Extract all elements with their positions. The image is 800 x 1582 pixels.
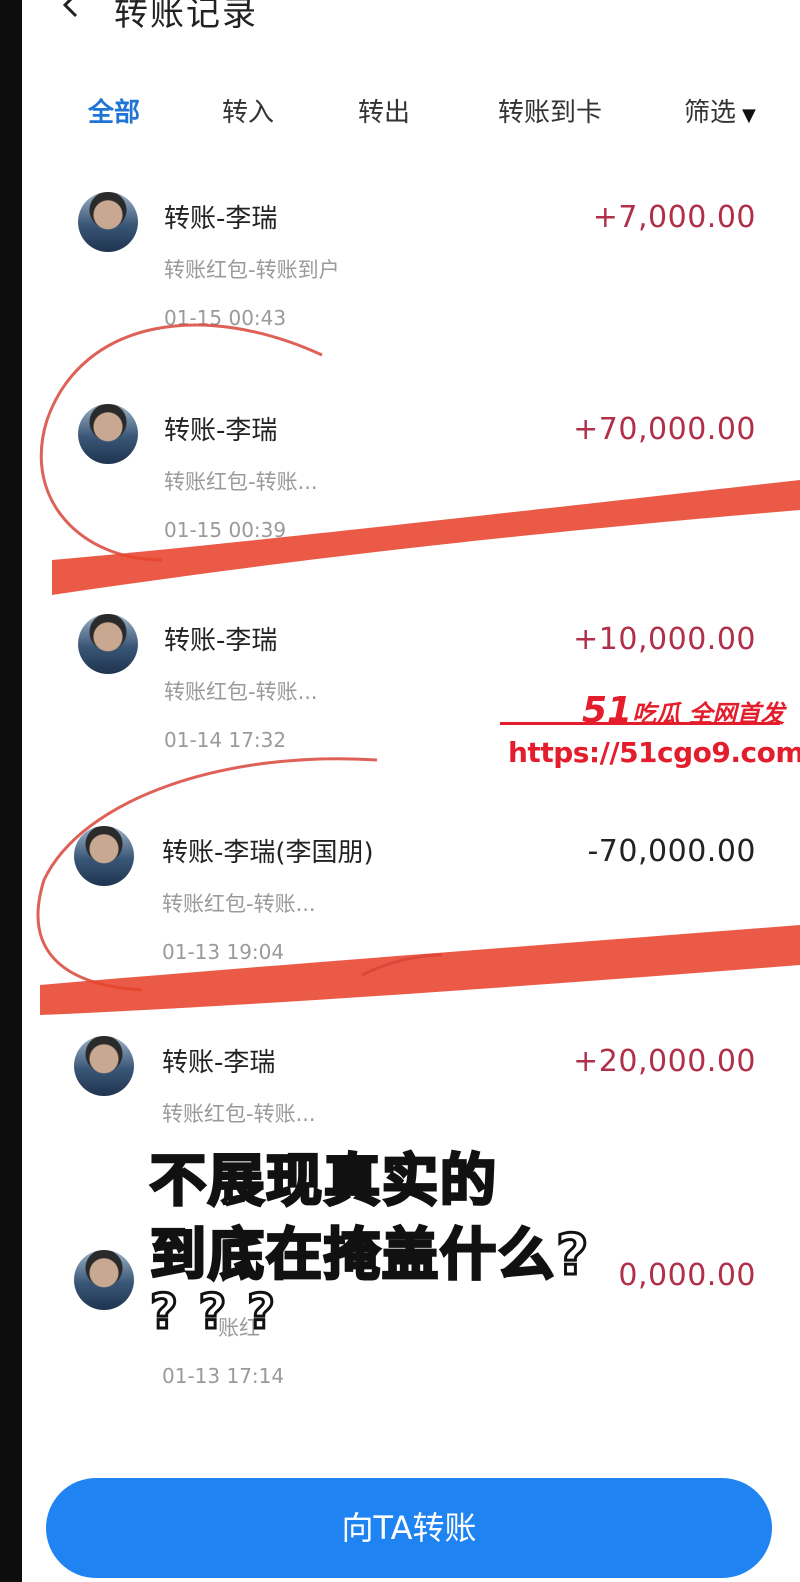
caption-line-2: 到底在掩盖什么? (148, 1222, 591, 1290)
list-item[interactable]: 转账-李瑞(李国朋) 转账红包-转账... 01-13 19:04 -70,00… (22, 814, 800, 1014)
tab-to-card[interactable]: 转账到卡 (498, 92, 602, 129)
list-item[interactable]: 转账-李瑞 转账红包-转账... 01-15 00:39 +70,000.00 (22, 392, 800, 592)
caption-line-3: ? ? ? (149, 1283, 277, 1342)
watermark-divider (500, 722, 780, 725)
avatar (78, 192, 138, 252)
caption-line-1: 不展现真实的 (149, 1148, 498, 1216)
list-item[interactable]: 转账-李瑞 转账红包-转账到户 01-15 00:43 +7,000.00 (22, 180, 800, 380)
item-amount: 0,000.00 (618, 1258, 756, 1293)
tab-all[interactable]: 全部 (88, 92, 140, 129)
page-title: 转账记录 (114, 0, 258, 34)
phone-screen: 转账记录 全部 转入 转出 转账到卡 筛选 ▼ 转账-李瑞 转账红包-转账到户 0… (22, 0, 800, 1582)
filter-label: 筛选 (684, 98, 737, 128)
avatar (74, 826, 134, 886)
filter-tabs: 全部 转入 转出 转账到卡 筛选 ▼ (22, 88, 800, 138)
item-amount: +7,000.00 (592, 200, 756, 235)
item-desc: 转账红包-转账... (164, 470, 318, 494)
item-amount: +70,000.00 (573, 412, 756, 447)
item-desc: 转账红包-转账... (162, 1102, 316, 1126)
item-name: 转账-李瑞(李国朋) (162, 838, 374, 868)
item-time: 01-13 19:04 (162, 940, 285, 964)
avatar (74, 1036, 134, 1096)
item-desc: 转账红包-转账... (164, 680, 318, 704)
item-time: 01-15 00:39 (164, 518, 287, 542)
item-name: 转账-李瑞 (164, 626, 278, 656)
item-name: 转账-李瑞 (162, 1048, 276, 1078)
item-amount: +20,000.00 (573, 1044, 756, 1079)
left-border (0, 0, 22, 1582)
top-bar: 转账记录 (22, 0, 800, 36)
tab-filter[interactable]: 筛选 ▼ (684, 92, 756, 129)
item-amount: +10,000.00 (573, 622, 756, 657)
item-amount: -70,000.00 (587, 834, 756, 869)
back-button[interactable] (56, 0, 86, 20)
tab-income[interactable]: 转入 (222, 92, 274, 129)
watermark-url: https://51cgo9.com (508, 736, 800, 769)
item-desc: 转账红包-转账到户 (164, 258, 340, 282)
item-time: 01-14 17:32 (164, 728, 287, 752)
item-time: 01-15 00:43 (164, 306, 287, 330)
transfer-to-them-button[interactable]: 向TA转账 (46, 1478, 772, 1578)
tab-outgoing[interactable]: 转出 (358, 92, 410, 129)
item-name: 转账-李瑞 (164, 416, 278, 446)
item-name: 转账-李瑞 (164, 204, 278, 234)
avatar (78, 404, 138, 464)
triangle-down-icon: ▼ (742, 105, 756, 126)
chevron-left-icon (62, 0, 78, 18)
item-time: 01-13 17:14 (162, 1364, 285, 1388)
avatar (74, 1250, 134, 1310)
avatar (78, 614, 138, 674)
item-desc: 转账红包-转账... (162, 892, 316, 916)
